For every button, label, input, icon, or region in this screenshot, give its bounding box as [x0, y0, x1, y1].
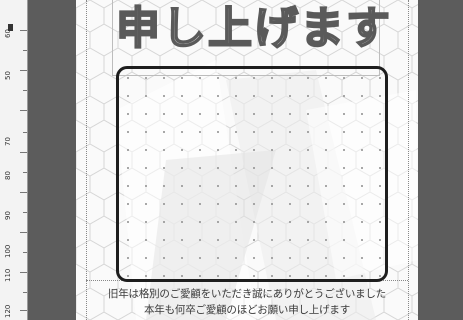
workspace-right — [418, 0, 463, 320]
ruler-label: 50 — [4, 71, 12, 80]
ruler-label: 100 — [4, 244, 12, 258]
ruler-tick — [23, 132, 27, 133]
vertical-ruler[interactable]: 60 50 70 80 90 100 110 120 — [0, 0, 28, 320]
ruler-label: 120 — [4, 304, 12, 318]
ruler-label: 60 — [4, 29, 12, 38]
ruler-label: 90 — [4, 211, 12, 220]
ruler-tick — [20, 152, 27, 153]
message-line-2[interactable]: 本年も何卒ご愛顧のほどお願い申し上げます — [76, 302, 418, 317]
ruler-tick — [20, 30, 27, 31]
card-page[interactable]: 申し上げます 旧年は格別のご愛顧をいただき誠にありがとうございました 本年も何卒… — [76, 0, 418, 320]
message-line-1[interactable]: 旧年は格別のご愛顧をいただき誠にありがとうございました — [76, 286, 418, 301]
ruler-tick — [20, 70, 27, 71]
ruler-tick — [23, 292, 27, 293]
ruler-label: 80 — [4, 171, 12, 180]
guide-line — [86, 0, 87, 320]
workspace-left — [28, 0, 76, 320]
photo-placeholder-frame[interactable] — [116, 66, 388, 282]
ruler-tick — [20, 310, 27, 311]
ruler-tick — [20, 192, 27, 193]
greeting-title[interactable]: 申し上げます — [115, 0, 391, 62]
ruler-label: 110 — [4, 268, 12, 282]
ruler-label: 70 — [4, 137, 12, 146]
ruler-tick — [20, 232, 27, 233]
ruler-tick — [23, 252, 27, 253]
ruler-tick — [23, 212, 27, 213]
guide-line — [408, 0, 409, 320]
ruler-tick — [23, 50, 27, 51]
ruler-tick — [20, 272, 27, 273]
ruler-tick — [23, 90, 27, 91]
ruler-tick — [23, 172, 27, 173]
ruler-tick — [20, 110, 27, 111]
